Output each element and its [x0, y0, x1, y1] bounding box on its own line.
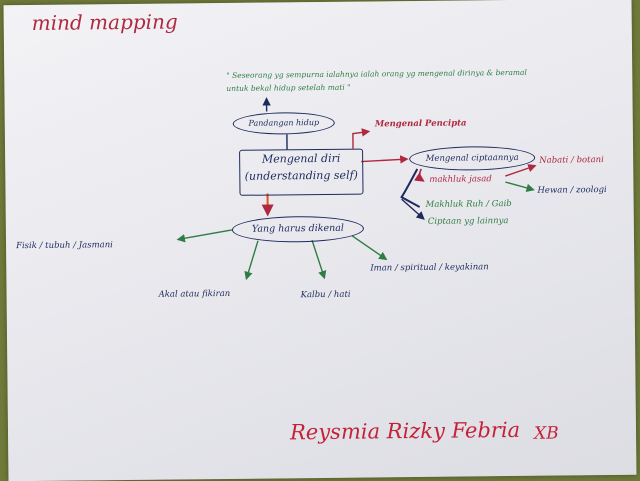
- node-makhluk-jasad: makhluk jasad: [429, 174, 491, 185]
- class-label: XB: [534, 424, 559, 444]
- line-jasad-hewan: [505, 182, 533, 190]
- node-hewan: Hewan / zoologi: [537, 185, 606, 196]
- line-yang-fisik: [178, 230, 232, 240]
- node-akal: Akal atau fikiran: [159, 289, 231, 300]
- page-title: mind mapping: [32, 9, 178, 35]
- line-yang-iman: [352, 235, 386, 259]
- line-yang-kalbu: [312, 240, 324, 278]
- node-iman: Iman / spiritual / keyakinan: [370, 262, 489, 273]
- line-ciptaan-jasad: [420, 169, 424, 181]
- node-yang-harus-dikenal-label: Yang harus dikenal: [252, 223, 344, 235]
- line-yang-akal: [246, 241, 258, 279]
- line-ciptaan-lain: [402, 199, 424, 219]
- node-fisik: Fisik / tubuh / Jasmani: [16, 240, 113, 251]
- node-mengenal-ciptaan-label: Mengenal ciptaannya: [426, 153, 519, 164]
- node-ciptaan-lainnya: Ciptaan yg lainnya: [428, 216, 509, 227]
- node-pandangan-hidup-label: Pandangan hidup: [248, 118, 319, 128]
- paper-sheet: mind mapping " Seseorang yg sempurna ial…: [4, 0, 637, 481]
- quote-text: " Seseorang yg sempurna ialahnya ialah o…: [226, 66, 546, 95]
- node-kalbu: Kalbu / hati: [301, 290, 351, 301]
- author-signature: Reysmia Rizky Febria: [290, 418, 520, 444]
- central-node-title: Mengenal diri: [240, 150, 362, 168]
- node-nabati: Nabati / botani: [539, 155, 604, 166]
- line-main-ciptaan: [361, 159, 407, 161]
- central-node-subtitle: (understanding self): [240, 167, 362, 185]
- node-mengenal-pencipta: Mengenal Pencipta: [375, 118, 467, 129]
- line-main-pencipta: [353, 131, 369, 148]
- central-node: Mengenal diri (understanding self): [239, 149, 363, 196]
- node-makhluk-ruh: Makhluk Ruh / Gaib: [426, 199, 512, 210]
